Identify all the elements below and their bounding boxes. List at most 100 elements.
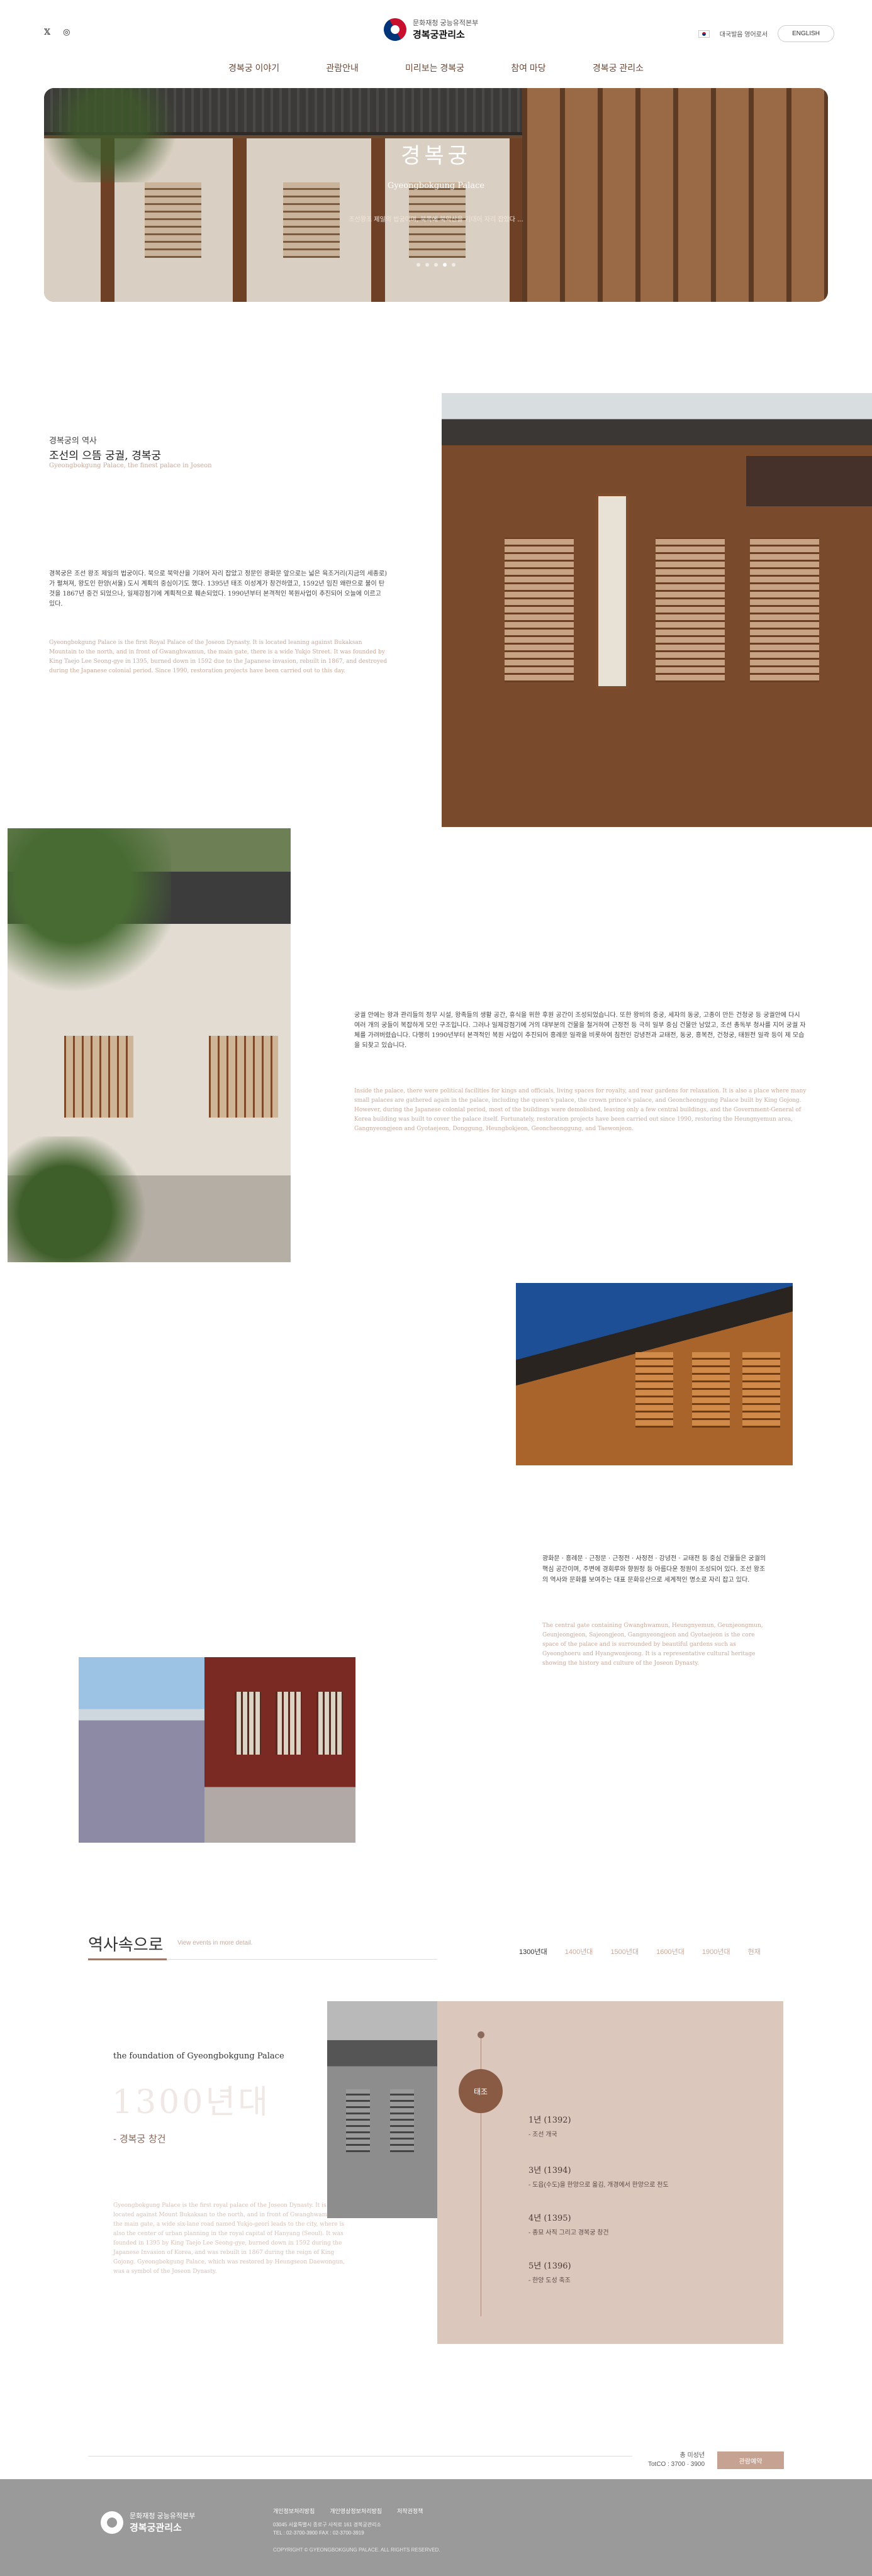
copyright-text: COPYRIGHT © GYEONGBOKGUNG PALACE. ALL RI… [273,2547,440,2553]
instagram-icon[interactable]: ◎ [63,28,70,37]
hanja-plaque [596,494,629,689]
lattice-door [505,538,574,682]
timeline-dot [478,2031,484,2038]
intro-title: 조선의 으뜸 궁궐, 경복궁 [49,450,162,462]
hero-description: 조선왕조 제일의 법궁이며, 북쪽에 북악산을 기대어 자리 잡았다 ... [349,216,523,223]
footer-logo-subtitle: 문화재청 궁능유적본부 [130,2512,196,2520]
event-year: 1년 (1392) [528,2116,571,2125]
history-subtitle: View events in more detail. [177,1940,253,1946]
tab-1500s[interactable]: 1500년대 [610,1946,639,1957]
timeline-event: 5년 (1396) - 한양 도성 축조 [528,2259,571,2284]
english-button[interactable]: ENGLISH [778,25,834,42]
logo-title: 경복궁관리소 [413,30,465,40]
visitor-value: TotCO : 3700 · 3900 [648,2461,705,2468]
hall-window [692,1352,730,1428]
history-divider-accent [88,1958,167,1960]
lattice-door [750,538,819,682]
section3-body-en: The central gate containing Gwanghwamun,… [542,1623,763,1667]
timeline-event: 4년 (1395) - 종묘 사직 그리고 경복궁 창건 [528,2211,609,2236]
language-area: 대국발음 영어로서 ENGLISH [698,25,834,42]
copyright-policy-link[interactable]: 저작권정책 [397,2507,423,2515]
footer-emblem-icon [101,2511,123,2534]
name-board [746,456,872,506]
bottom-divider [88,2456,632,2457]
palace-gate-image [442,393,872,827]
history-era-name: - 경복궁 창건 [113,2133,166,2145]
event-year: 3년 (1394) [528,2166,571,2175]
logo-subtitle: 문화재청 궁능유적본부 [413,19,479,27]
video-privacy-link[interactable]: 개인영상정보처리방침 [330,2507,382,2515]
history-lattice [390,2089,414,2152]
palace-building-image [8,828,291,1262]
path-window [276,1692,302,1755]
section3-body-ko: 광화문 · 흥례문 · 근정문 · 근정전 · 사정전 · 강녕전 · 교태전 … [542,1555,766,1584]
slide-dot[interactable] [425,263,429,267]
timeline-badge: 태조 [459,2069,503,2113]
privacy-policy-link[interactable]: 개인정보처리방침 [273,2507,315,2515]
palace-hall-image [516,1283,793,1465]
slide-dot[interactable] [416,263,420,267]
site-logo[interactable]: 문화재청 궁능유적본부 경복궁관리소 [379,13,479,45]
nav-item-story[interactable]: 경복궁 이야기 [228,62,279,79]
visitor-label: 총 미성년 [679,2452,705,2459]
history-period: the foundation of Gyeongbokgung Palace [113,2051,284,2061]
language-link[interactable]: 대국발음 영어로서 [720,29,768,38]
slide-dot[interactable] [434,263,438,267]
twitter-icon[interactable]: 𝕏 [44,28,50,37]
hero-banner: 경복궁 Gyeongbokgung Palace 조선왕조 제일의 법궁이며, … [44,88,828,302]
government-emblem-icon [379,13,411,45]
path-window [316,1692,343,1755]
footer-links: 개인정보처리방침 개인영상정보처리방침 저작권정책 [273,2507,423,2515]
footer-address: 03045 서울특별시 종로구 사직로 161 경복궁관리소 TEL : 02-… [273,2521,381,2537]
nav-item-office[interactable]: 경복궁 관리소 [593,62,644,79]
event-year: 4년 (1395) [528,2214,571,2223]
event-text: - 조선 개국 [528,2131,557,2138]
hero-title: 경복궁 [401,143,471,169]
phone-text: TEL : 02-3700-3900 FAX : 02-3700-3919 [273,2530,364,2536]
intro-body-ko: 경복궁은 조선 왕조 제일의 법궁이다. 북으로 북악산을 기대어 자리 잡았고… [49,570,388,608]
tab-present[interactable]: 현재 [748,1946,761,1957]
intro-subtitle-en: Gyeongbokgung Palace, the finest palace … [49,462,212,469]
tab-1900s[interactable]: 1900년대 [702,1946,730,1957]
section2-body-en: Inside the palace, there were political … [354,1088,807,1132]
history-lattice [346,2089,370,2152]
intro-body-en: Gyeongbokgung Palace is the first Royal … [49,640,388,674]
history-era: 1300년대 [112,2084,271,2121]
footer-logo-title: 경복궁관리소 [130,2523,182,2533]
tree-foliage [8,828,171,1017]
building-window [64,1036,133,1118]
section2-body-ko: 궁궐 안에는 왕과 관리들의 정무 시설, 왕족들의 생활 공간, 휴식을 위한… [354,1012,806,1049]
history-title: 역사속으로 [88,1936,164,1955]
timeline-event: 3년 (1394) - 도읍(수도)을 한양으로 옮김, 개경에서 한양으로 천… [528,2163,669,2189]
timeline-event: 1년 (1392) - 조선 개국 [528,2113,571,2138]
footer-logo[interactable]: 문화재청 궁능유적본부 경복궁관리소 [101,2511,195,2534]
intro-label: 경복궁의 역사 [49,436,97,446]
tab-1400s[interactable]: 1400년대 [565,1946,593,1957]
lattice-door [656,538,725,682]
path-window [235,1692,261,1755]
hall-window [742,1352,780,1428]
event-year: 5년 (1396) [528,2262,571,2271]
history-tabs: 1300년대 1400년대 1500년대 1600년대 1900년대 현재 [519,1946,761,1957]
main-nav: 경복궁 이야기 관람안내 미리보는 경복궁 참여 마당 경복궁 관리소 [228,62,644,79]
bush [8,1136,152,1262]
palace-path-image [79,1657,355,1843]
nav-item-guide[interactable]: 관람안내 [326,62,359,79]
event-text: - 한양 도성 축조 [528,2277,571,2284]
hero-doors [522,88,828,302]
hall-window [635,1352,673,1428]
nav-item-preview[interactable]: 미리보는 경복궁 [405,62,464,79]
korea-flag-icon [698,30,710,38]
reservation-button[interactable]: 관람예약 [717,2451,784,2469]
tab-1300s[interactable]: 1300년대 [519,1946,547,1957]
event-text: - 도읍(수도)을 한양으로 옮김, 개경에서 한양으로 천도 [528,2182,669,2189]
nav-item-participation[interactable]: 참여 마당 [511,62,545,79]
event-text: - 종묘 사직 그리고 경복궁 창건 [528,2229,609,2236]
slide-dot-active[interactable] [443,263,447,267]
tab-1600s[interactable]: 1600년대 [656,1946,685,1957]
hero-pagination [44,263,828,267]
address-text: 03045 서울특별시 종로구 사직로 161 경복궁관리소 [273,2522,381,2528]
history-image [327,2001,437,2218]
slide-dot[interactable] [452,263,456,267]
hero-subtitle: Gyeongbokgung Palace [387,181,485,191]
